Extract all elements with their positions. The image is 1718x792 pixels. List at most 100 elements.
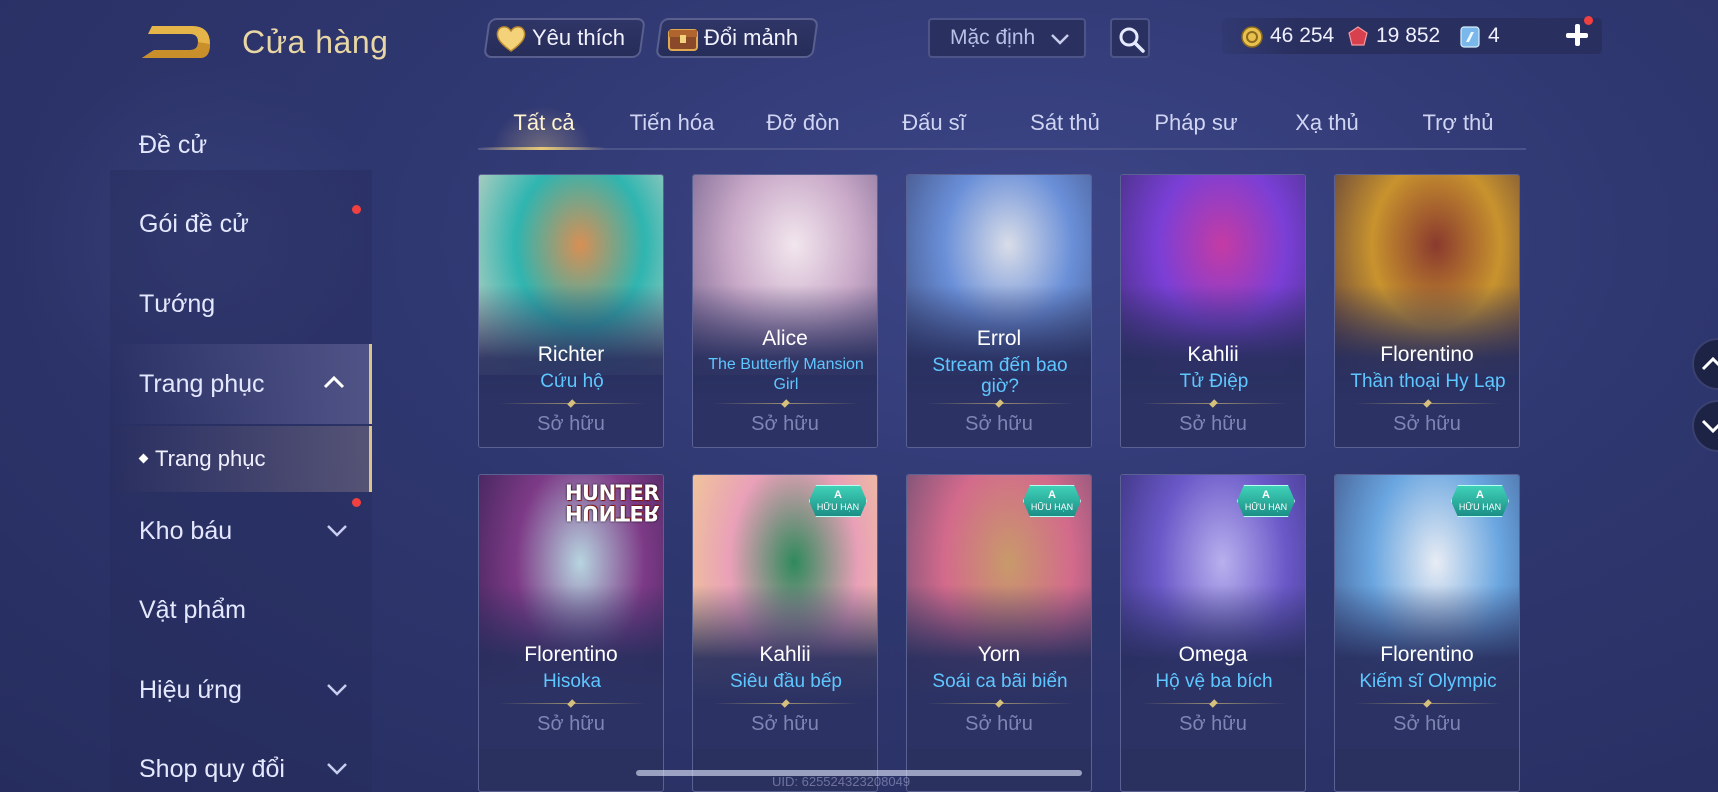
card-divider	[499, 403, 645, 404]
exchange-shards-button[interactable]: Đổi mảnh	[655, 18, 819, 58]
skin-name: Kiếm sĩ Olympic	[1359, 671, 1497, 692]
tab-support[interactable]: Trợ thủ	[1392, 110, 1524, 148]
chevron-down-icon	[327, 525, 347, 537]
voucher-card-icon	[1460, 26, 1480, 48]
owned-status: Sở hữu	[1179, 713, 1247, 735]
sidebar-item-heroes[interactable]: Tướng	[110, 265, 372, 343]
role-filter-tabs: Tất cả Tiến hóa Đỡ đòn Đấu sĩ Sát thủ Ph…	[478, 100, 1526, 150]
tab-all[interactable]: Tất cả	[478, 106, 610, 150]
hero-name: Florentino	[1380, 643, 1474, 666]
badge-text: HỮU HẠN	[1244, 502, 1288, 512]
tab-label: Trợ thủ	[1422, 110, 1494, 135]
tab-label: Tất cả	[513, 110, 575, 135]
card-divider	[499, 703, 645, 704]
notification-dot	[352, 205, 361, 214]
search-icon	[1119, 27, 1145, 53]
notification-dot	[1584, 16, 1593, 25]
owned-status: Sở hữu	[965, 413, 1033, 435]
sidebar-item-skins[interactable]: Trang phục	[110, 344, 372, 424]
hunter-logo-line-flipped: HUNTER	[564, 501, 659, 525]
owned-status: Sở hữu	[751, 713, 819, 735]
treasure-chest-icon	[668, 29, 698, 51]
chevron-down-icon	[1701, 419, 1718, 434]
uid-text: UID: 625524323208049	[772, 774, 911, 789]
sidebar-item-exchange-shop[interactable]: Shop quy đổi	[110, 730, 372, 792]
tab-mage[interactable]: Pháp sư	[1130, 110, 1262, 148]
owned-status: Sở hữu	[1393, 413, 1461, 435]
skin-card[interactable]: A HỮU HẠN Florentino Kiếm sĩ Olympic Sở h…	[1334, 474, 1520, 792]
limited-badge: A HỮU HẠN	[1451, 485, 1509, 517]
tab-label: Xạ thủ	[1295, 110, 1359, 135]
tab-assassin[interactable]: Sát thủ	[999, 110, 1131, 148]
badge-grade: A	[1262, 489, 1270, 501]
owned-status: Sở hữu	[537, 713, 605, 735]
sidebar-item-recommended[interactable]: Đề cử	[110, 106, 372, 184]
voucher-currency: 4	[1458, 22, 1500, 50]
chevron-up-icon	[1701, 356, 1718, 371]
sidebar-item-treasure[interactable]: Kho báu	[110, 492, 372, 570]
tab-evolution[interactable]: Tiến hóa	[606, 110, 738, 148]
tab-label: Sát thủ	[1030, 110, 1100, 135]
scroll-down-button[interactable]	[1692, 400, 1718, 452]
skin-card[interactable]: Kahlii Tử Điệp Sở hữu	[1120, 174, 1306, 448]
hero-name: Kahlii	[759, 643, 811, 666]
sort-dropdown-value: Mặc định	[950, 26, 1036, 49]
sidebar-subitem-skins[interactable]: Trang phục	[110, 426, 372, 492]
chevron-down-icon	[1051, 34, 1069, 45]
owned-status: Sở hữu	[965, 713, 1033, 735]
bullet-diamond-icon	[138, 453, 149, 464]
skin-name: Siêu đầu bếp	[730, 671, 842, 692]
skin-card[interactable]: Richter Cứu hộ Sở hữu	[478, 174, 664, 448]
card-divider	[1141, 703, 1287, 704]
skin-card[interactable]: A HỮU HẠN Kahlii Siêu đầu bếp Sở hữu	[692, 474, 878, 792]
badge-text: HỮU HẠN	[1030, 502, 1074, 512]
tab-fighter[interactable]: Đấu sĩ	[868, 110, 1000, 148]
hero-name: Omega	[1178, 643, 1248, 666]
tab-label: Tiến hóa	[629, 110, 715, 135]
sidebar-item-label: Shop quy đổi	[139, 755, 285, 783]
card-divider	[713, 703, 859, 704]
tab-tank[interactable]: Đỡ đòn	[737, 110, 869, 148]
page-title: Cửa hàng	[242, 24, 389, 60]
back-logo-icon[interactable]	[140, 22, 212, 62]
skin-card[interactable]: Alice The Butterfly Mansion Girl Sở hữu	[692, 174, 878, 448]
search-button[interactable]	[1110, 18, 1150, 58]
owned-status: Sở hữu	[1393, 713, 1461, 735]
tab-marksman[interactable]: Xạ thủ	[1261, 110, 1393, 148]
limited-badge: A HỮU HẠN	[809, 485, 867, 517]
card-divider	[927, 703, 1073, 704]
hero-name: Alice	[762, 327, 808, 350]
scroll-up-button[interactable]	[1692, 338, 1718, 390]
hero-name: Errol	[976, 327, 1022, 350]
chevron-down-icon	[327, 684, 347, 696]
skin-grid: Richter Cứu hộ Sở hữu Alice The Butterfl…	[478, 174, 1528, 792]
sidebar-item-effects[interactable]: Hiệu ứng	[110, 651, 372, 729]
owned-status: Sở hữu	[537, 413, 605, 435]
favorite-button[interactable]: Yêu thích	[483, 18, 646, 58]
skin-name: Tử Điệp	[1179, 371, 1249, 392]
skin-card[interactable]: Errol Stream đến bao giờ? Sở hữu	[906, 174, 1092, 448]
heart-icon	[496, 26, 526, 52]
sidebar-item-label: Trang phục	[139, 370, 265, 398]
sort-dropdown[interactable]: Mặc định	[928, 18, 1086, 58]
skin-card[interactable]: A HỮU HẠN Omega Hộ vệ ba bích Sở hữu	[1120, 474, 1306, 792]
tab-label: Pháp sư	[1154, 110, 1238, 135]
chevron-down-icon	[327, 763, 347, 775]
sidebar-item-label: Gói đề cử	[139, 210, 249, 238]
skin-name: The Butterfly Mansion Girl	[708, 356, 864, 393]
skin-card[interactable]: Florentino Thần thoại Hy Lạp Sở hữu	[1334, 174, 1520, 448]
skin-name: Stream đến bao giờ?	[932, 355, 1068, 397]
skin-card[interactable]: HUNTER HUNTER Florentino Hisoka Sở hữu	[478, 474, 664, 792]
sidebar-item-items[interactable]: Vật phẩm	[110, 571, 372, 649]
skin-card[interactable]: A HỮU HẠN Yorn Soái ca bãi biển Sở hữu	[906, 474, 1092, 792]
tab-label: Đấu sĩ	[902, 110, 966, 135]
skin-name: Thần thoại Hy Lạp	[1350, 371, 1506, 392]
sidebar-item-recommended-packs[interactable]: Gói đề cử	[110, 185, 372, 263]
card-divider	[1355, 403, 1501, 404]
gold-currency: 46 254	[1240, 22, 1334, 50]
ruby-currency: 19 852	[1346, 22, 1440, 50]
badge-grade: A	[834, 489, 842, 501]
ruby-gem-icon	[1348, 26, 1368, 46]
limited-badge: A HỮU HẠN	[1237, 485, 1295, 517]
hero-name: Florentino	[1380, 343, 1474, 366]
